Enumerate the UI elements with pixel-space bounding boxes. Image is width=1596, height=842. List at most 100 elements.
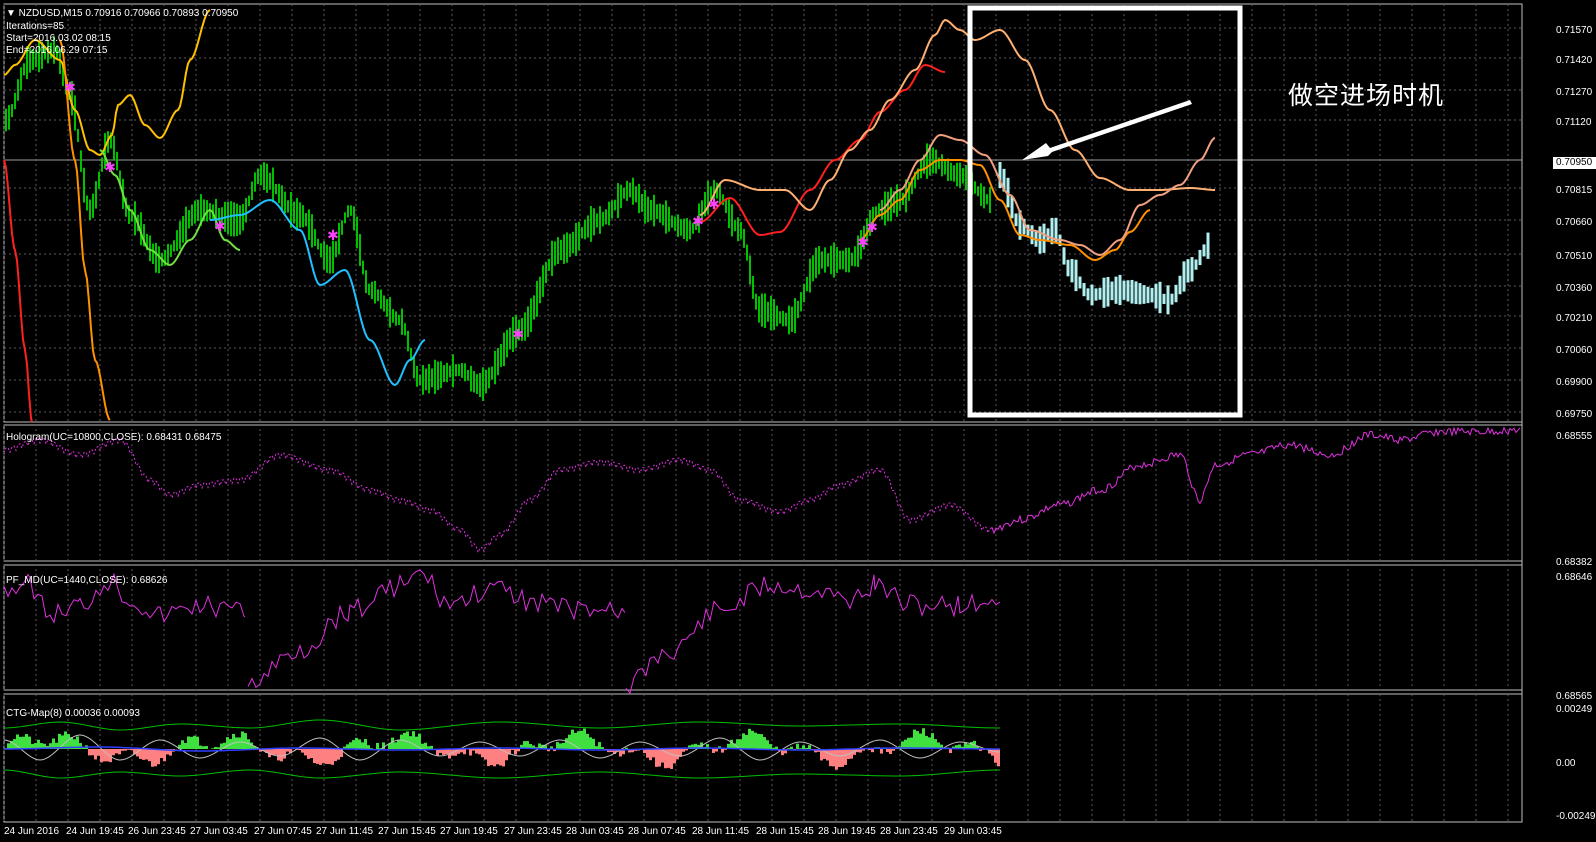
ctg-bar-positive: [7, 743, 10, 749]
ctg-bar-positive: [376, 742, 379, 749]
ctg-bar-positive: [187, 736, 190, 749]
ctg-bar-positive: [64, 731, 67, 749]
current-price-box: 0.70950: [1553, 157, 1596, 169]
price-label: 0.71120: [1556, 117, 1592, 128]
ctg-bar-negative: [715, 749, 718, 752]
ctg-bar-negative: [331, 749, 334, 765]
projection-bar: [1162, 293, 1166, 305]
ctg-bar-negative: [886, 749, 889, 752]
ctg-bar-positive: [37, 739, 40, 749]
ctg-bar-negative: [319, 749, 322, 765]
projection-bar: [1106, 277, 1110, 307]
pfmd-line: [247, 569, 626, 689]
ctg-bar-positive: [922, 728, 925, 749]
ctg-bar-positive: [910, 737, 913, 749]
chart-canvas[interactable]: ✱✱✱✱✱✱✱✱✱: [0, 0, 1596, 842]
ctg-bar-positive: [25, 734, 28, 749]
ctg-bar-negative: [892, 749, 895, 751]
projection-bar: [1198, 249, 1202, 266]
projection-bar: [1078, 276, 1082, 289]
ctg-bar-positive: [589, 737, 592, 749]
ctg-bar-positive: [427, 746, 430, 749]
ctg-bar-negative: [316, 749, 319, 764]
ctg-bar-negative: [145, 749, 148, 760]
ctg-bar-negative: [496, 749, 499, 765]
time-label: 24 Jun 19:45: [66, 826, 124, 837]
ctg-bar-negative: [844, 749, 847, 765]
projection-bar: [1206, 232, 1210, 259]
ctg-bar-negative: [94, 749, 97, 760]
time-label: 27 Jun 11:45: [316, 826, 374, 837]
projection-bar: [1126, 280, 1130, 302]
hologram-line-dashed: [3, 437, 991, 554]
ctg-bar-positive: [565, 738, 568, 749]
ctg-upper-band: [3, 719, 1001, 731]
ctg-bar-positive: [730, 739, 733, 749]
ctg-bar-positive: [925, 735, 928, 749]
star-marker: ✱: [327, 228, 339, 244]
ctg-bar-positive: [742, 733, 745, 749]
time-label: 27 Jun 03:45: [190, 826, 248, 837]
ctg-bar-negative: [880, 749, 883, 754]
ctg-bar-positive: [19, 736, 22, 749]
ctg-bar-negative: [838, 749, 841, 768]
time-label: 27 Jun 19:45: [440, 826, 498, 837]
ctg-bar-positive: [754, 732, 757, 749]
ctg-bar-positive: [766, 740, 769, 749]
ctg-bar-negative: [151, 749, 154, 767]
ctg-bar-positive: [361, 742, 364, 749]
star-marker: ✱: [64, 80, 76, 96]
ctg-bar-negative: [829, 749, 832, 767]
ctg-bar-positive: [751, 730, 754, 749]
time-label: 27 Jun 15:45: [378, 826, 436, 837]
iterations-label: Iterations=85: [6, 21, 65, 32]
ctg-bar-negative: [469, 749, 472, 756]
ctg-bar-positive: [355, 737, 358, 749]
ctg-bar-positive: [805, 747, 808, 749]
projection-bar: [1090, 284, 1094, 306]
ctg-bar-positive: [352, 740, 355, 749]
ctg-bar-negative: [484, 749, 487, 760]
ctg-bar-positive: [598, 742, 601, 749]
fit-line-red: [699, 63, 946, 237]
projection-bar: [1166, 285, 1170, 315]
time-label: 27 Jun 23:45: [504, 826, 562, 837]
time-label: 24 Jun 2016: [4, 826, 60, 837]
ctg-bar-positive: [214, 746, 217, 749]
ctg-bar-positive: [772, 747, 775, 749]
ctg-bar-negative: [475, 749, 478, 754]
ctg-bar-positive: [211, 748, 214, 749]
ctg-bar-negative: [124, 749, 127, 751]
ctg-bar-positive: [763, 737, 766, 749]
ctg-bar-positive: [238, 737, 241, 749]
price-label: 0.69900: [1556, 377, 1593, 388]
time-label: 26 Jun 23:45: [128, 826, 186, 837]
ctg-bar-negative: [481, 749, 484, 758]
projection-bar: [1154, 283, 1158, 309]
ctg-bar-positive: [583, 728, 586, 749]
projection-bar: [1074, 259, 1078, 292]
ctg-bar-positive: [787, 748, 790, 749]
ctg-bar-positive: [760, 734, 763, 749]
price-label: 0.70210: [1556, 313, 1593, 324]
ctg-bar-negative: [460, 749, 463, 753]
ctg-bar-positive: [592, 738, 595, 749]
ctg-bar-negative: [100, 749, 103, 763]
ctg-bar-positive: [196, 736, 199, 749]
projection-bar: [1138, 283, 1142, 305]
price-label: 0.70060: [1556, 345, 1593, 356]
projection-bar: [1014, 213, 1018, 227]
price-label: 0.71420: [1556, 55, 1593, 66]
ctg-bar-negative: [97, 749, 100, 756]
projection-bar: [1122, 280, 1126, 300]
ctg-bar-positive: [28, 736, 31, 749]
ctg-bar-positive: [802, 745, 805, 749]
ctg-bar-negative: [658, 749, 661, 767]
ctg-bar-positive: [775, 746, 778, 749]
ctg-bar-negative: [88, 749, 91, 756]
ctg-bar-negative: [835, 749, 838, 770]
ctg-bar-negative: [826, 749, 829, 761]
hologram-label-bottom: 0.68382: [1556, 557, 1593, 568]
projection-bar: [1178, 275, 1182, 295]
projection-bar: [1130, 279, 1134, 304]
